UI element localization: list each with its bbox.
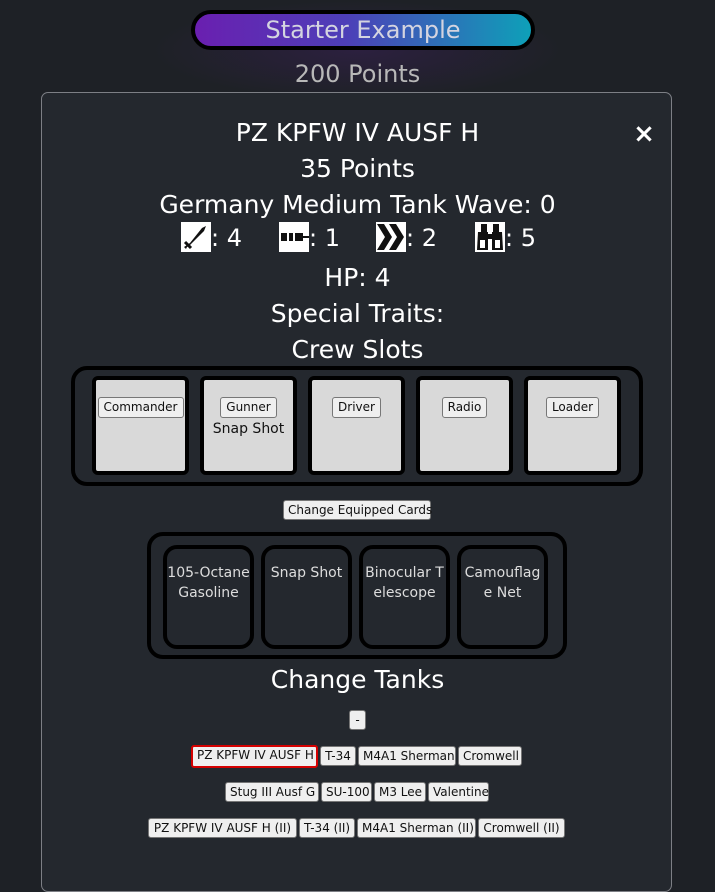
stat-spot: : 5 bbox=[475, 222, 536, 252]
crew-slots-title: Crew Slots bbox=[291, 335, 424, 364]
equipment-card[interactable]: Camouflage Net bbox=[457, 545, 548, 649]
gunner-slot-button[interactable]: Gunner bbox=[220, 397, 277, 418]
tank-option[interactable]: Cromwell (II) bbox=[478, 818, 565, 838]
radio-slot-button[interactable]: Radio bbox=[441, 397, 488, 418]
equipment-card[interactable]: Binocular Telescope bbox=[359, 545, 450, 649]
syringe-icon bbox=[279, 222, 309, 252]
stat-repair-value: : 1 bbox=[309, 224, 340, 252]
tank-option[interactable]: SU-100 bbox=[321, 782, 372, 802]
remove-tank-button[interactable]: - bbox=[349, 710, 366, 730]
chevrons-icon bbox=[376, 222, 406, 252]
stat-move: : 2 bbox=[376, 222, 437, 252]
tank-option[interactable]: M3 Lee bbox=[374, 782, 426, 802]
tank-option-selected[interactable]: PZ KPFW IV AUSF H bbox=[191, 745, 318, 768]
tank-hp: HP: 4 bbox=[324, 263, 391, 292]
crew-slot-radio[interactable]: Radio bbox=[416, 376, 513, 475]
tank-option[interactable]: PZ KPFW IV AUSF H (II) bbox=[148, 818, 297, 838]
tank-option[interactable]: M4A1 Sherman bbox=[358, 746, 456, 766]
binoculars-icon bbox=[475, 222, 505, 252]
stat-repair: : 1 bbox=[279, 222, 340, 252]
special-traits-label: Special Traits: bbox=[270, 299, 445, 328]
stat-attack: : 4 bbox=[181, 222, 242, 252]
tank-option[interactable]: T-34 bbox=[320, 746, 356, 766]
equipment-card[interactable]: 105-Octane Gasoline bbox=[163, 545, 254, 649]
army-points: 200 Points bbox=[294, 60, 421, 88]
tank-option[interactable]: M4A1 Sherman (II) bbox=[357, 818, 476, 838]
commander-slot-button[interactable]: Commander bbox=[97, 397, 184, 418]
stat-move-value: : 2 bbox=[406, 224, 437, 252]
crew-slot-commander[interactable]: Commander bbox=[92, 376, 189, 475]
stat-spot-value: : 5 bbox=[505, 224, 536, 252]
crew-slot-gunner[interactable]: Gunner Snap Shot bbox=[200, 376, 297, 475]
army-title[interactable]: Starter Example bbox=[191, 10, 535, 50]
crew-slot-driver[interactable]: Driver bbox=[308, 376, 405, 475]
crew-slot-card: Snap Shot bbox=[212, 421, 285, 437]
loader-slot-button[interactable]: Loader bbox=[545, 397, 600, 418]
crew-slot-loader[interactable]: Loader bbox=[524, 376, 621, 475]
tank-nation-class-wave: Germany Medium Tank Wave: 0 bbox=[159, 190, 556, 219]
sword-icon bbox=[181, 222, 211, 252]
driver-slot-button[interactable]: Driver bbox=[332, 397, 381, 418]
change-tanks-title: Change Tanks bbox=[270, 665, 445, 694]
tank-points: 35 Points bbox=[300, 154, 415, 183]
stat-attack-value: : 4 bbox=[211, 224, 242, 252]
tank-option[interactable]: Stug III Ausf G bbox=[225, 782, 319, 802]
tank-option[interactable]: T-34 (II) bbox=[299, 818, 355, 838]
tank-name: PZ KPFW IV AUSF H bbox=[235, 118, 480, 147]
tank-option[interactable]: Cromwell bbox=[458, 746, 522, 766]
equipment-card[interactable]: Snap Shot bbox=[261, 545, 352, 649]
tank-option[interactable]: Valentine bbox=[428, 782, 489, 802]
change-equipped-cards-button[interactable]: Change Equipped Cards bbox=[283, 500, 432, 520]
